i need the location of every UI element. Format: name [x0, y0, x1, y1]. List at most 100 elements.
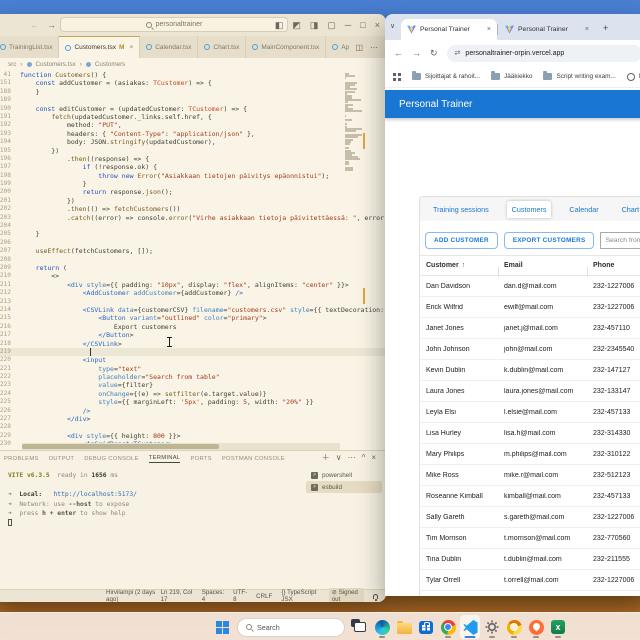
table-row[interactable]: Leyla Elsil.elsie@mail.com232-457133 — [420, 402, 640, 423]
start-button[interactable] — [212, 616, 232, 638]
bookmark-sijoittajat-rahoit[interactable]: Sijoittajat & rahoit... — [412, 73, 480, 81]
back-icon[interactable]: ← — [394, 48, 403, 59]
panel-tab-postman-console[interactable]: POSTMAN CONSOLE — [222, 456, 285, 462]
code-line-41[interactable]: 41function Customers() { — [0, 71, 386, 79]
editor-tab-chart-tsx[interactable]: Chart.tsx — [198, 36, 246, 58]
code-line-201[interactable]: 201 }) — [0, 197, 386, 205]
settings-icon[interactable] — [482, 615, 502, 639]
code-line-221[interactable]: 221 type="text" — [0, 365, 386, 373]
table-row[interactable]: Janet Jonesjanet.j@mail.com232-457110 — [420, 318, 640, 339]
tab-chart[interactable]: Chart — [617, 201, 640, 218]
code-line-224[interactable]: 224 onChange={(e) => setfilter(e.target.… — [0, 390, 386, 398]
code-line-213[interactable]: 213 — [0, 298, 386, 306]
apps-grid-icon[interactable] — [393, 73, 401, 81]
code-line-202[interactable]: 202 .then(() => fetchCustomers()) — [0, 205, 386, 213]
more-actions-icon[interactable]: ⋯ — [348, 453, 356, 462]
close-tab-icon[interactable]: × — [129, 44, 133, 51]
more-actions-icon[interactable]: ⋯ — [370, 43, 378, 52]
table-row[interactable]: Roseanne Kimballkimball@mail.com232-4571… — [420, 486, 640, 507]
terminal-instance-powershell[interactable]: >powershell — [306, 469, 382, 481]
toggle-secondary-sidebar-icon[interactable]: ◨ — [310, 20, 319, 31]
code-line-229[interactable]: 229 <div style={{ height: 800 }}> — [0, 432, 386, 440]
code-line-151[interactable]: 151 const addCustomer = (asiakas: TCusto… — [0, 79, 386, 87]
panel-tab-ports[interactable]: PORTS — [190, 456, 211, 462]
column-header-customer[interactable]: Customer↑ — [420, 262, 498, 269]
editor-tab-ap[interactable]: Ap — [326, 36, 354, 58]
minimize-button[interactable]: ─ — [345, 20, 351, 30]
panel-tab-terminal[interactable]: TERMINAL — [149, 455, 181, 463]
close-button[interactable]: × — [375, 20, 380, 30]
editor-tab-calendar-tsx[interactable]: Calendar.tsx — [140, 36, 198, 58]
history-back-icon[interactable]: ← — [30, 20, 39, 30]
close-panel-icon[interactable]: × — [371, 453, 376, 462]
editor-tab-traininglist-tsx[interactable]: TrainingList.tsx — [0, 36, 59, 58]
task-view-icon[interactable] — [350, 615, 370, 639]
close-tab-icon[interactable]: × — [585, 26, 589, 33]
terminal-instance-esbuild[interactable]: >esbuild — [306, 481, 382, 493]
code-line-196[interactable]: 196 .then((response) => { — [0, 155, 386, 163]
code-line-217[interactable]: 217 </Button> — [0, 331, 386, 339]
code-line-208[interactable]: 208 — [0, 256, 386, 264]
code-line-210[interactable]: 210 <> — [0, 272, 386, 280]
panel-tab-problems[interactable]: PROBLEMS — [4, 456, 39, 462]
code-line-220[interactable]: 220 <input — [0, 356, 386, 364]
breadcrumb-item[interactable]: Customers — [95, 61, 125, 68]
code-line-197[interactable]: 197 if (!response.ok) { — [0, 163, 386, 171]
tab-training-sessions[interactable]: Training sessions — [428, 201, 494, 218]
breadcrumb-item[interactable]: Customers.tsx — [36, 61, 76, 68]
terminal-prompt[interactable] — [8, 519, 137, 529]
code-line-188[interactable]: 188 } — [0, 88, 386, 96]
browser-tab-2[interactable]: Personal Trainer× — [499, 19, 595, 40]
table-row[interactable]: Dan Davidsondan.d@mail.com232-1227006 — [420, 276, 640, 297]
new-tab-button[interactable]: + — [603, 23, 608, 33]
code-line-207[interactable]: 207 useEffect(fetchCustomers, []); — [0, 247, 386, 255]
code-line-219[interactable]: 219 — [0, 348, 386, 356]
edge-icon[interactable] — [372, 615, 392, 639]
new-terminal-icon[interactable]: ＋ — [322, 452, 330, 463]
taskbar-search[interactable]: Search — [237, 618, 345, 637]
bookmark-motionographer[interactable]: Motionographer — [627, 73, 640, 81]
code-line-192[interactable]: 192 method: "PUT", — [0, 121, 386, 129]
chrome-canary-icon[interactable] — [504, 615, 524, 639]
code-line-222[interactable]: 222 placeholder="Search from table" — [0, 373, 386, 381]
code-line-191[interactable]: 191 fetch(updatedCustomer._links.self.hr… — [0, 113, 386, 121]
code-line-206[interactable]: 206 — [0, 239, 386, 247]
breadcrumb-item[interactable]: src — [8, 61, 16, 68]
code-line-227[interactable]: 227 </div> — [0, 415, 386, 423]
panel-tab-debug-console[interactable]: DEBUG CONSOLE — [84, 456, 138, 462]
code-line-195[interactable]: 195 }) — [0, 147, 386, 155]
table-row[interactable]: John Johnsonjohn@mail.com232-2345540 — [420, 339, 640, 360]
table-row[interactable]: Lisa Hurleylisa.h@mail.com232-314330 — [420, 423, 640, 444]
code-line-200[interactable]: 200 return response.json(); — [0, 188, 386, 196]
code-line-225[interactable]: 225 style={{ marginLeft: '5px', padding:… — [0, 398, 386, 406]
toggle-panel-icon[interactable]: ◩ — [292, 20, 301, 31]
terminal-output[interactable]: VITE v6.3.5 ready in 1656 ms ➜ Local: ht… — [8, 471, 137, 528]
code-line-212[interactable]: 212 <AddCustomer addCustomer={addCustome… — [0, 289, 386, 297]
postman-icon[interactable] — [526, 615, 546, 639]
code-line-216[interactable]: 216 Export customers — [0, 323, 386, 331]
table-row[interactable]: Kevin Dublink.dublin@mail.com232-147127 — [420, 360, 640, 381]
terminal-dropdown-icon[interactable]: ∨ — [336, 453, 342, 462]
code-line-199[interactable]: 199 } — [0, 180, 386, 188]
code-line-218[interactable]: 218 </CSVLink> — [0, 340, 386, 348]
table-row[interactable]: Sally Gareths.gareth@mail.com232-1227006 — [420, 507, 640, 528]
code-line-205[interactable]: 205 } — [0, 230, 386, 238]
code-line-198[interactable]: 198 throw new Error("Asiakkaan tietojen … — [0, 172, 386, 180]
vscode-icon[interactable] — [460, 615, 480, 639]
code-line-215[interactable]: 215 <Button variant="outlined" color="pr… — [0, 314, 386, 322]
forward-icon[interactable]: → — [412, 48, 421, 59]
code-line-214[interactable]: 214 <CSVLink data={customerCSV} filename… — [0, 306, 386, 314]
horizontal-scrollbar[interactable] — [22, 443, 340, 450]
microsoft-store-icon[interactable] — [416, 615, 436, 639]
bookmark-script-writing-exam[interactable]: Script writing exam... — [543, 73, 615, 81]
chrome-icon[interactable] — [438, 615, 458, 639]
code-line-211[interactable]: 211 <div style={{ padding: "10px", displ… — [0, 281, 386, 289]
table-row[interactable]: Mary Philipsm.philips@mail.com232-310122 — [420, 444, 640, 465]
code-line-190[interactable]: 190 const editCustomer = (updatedCustome… — [0, 105, 386, 113]
maximize-panel-icon[interactable]: ^ — [362, 453, 366, 462]
vscode-command-center[interactable]: personaltrainer — [60, 17, 288, 32]
status-item-crlf[interactable]: CRLF — [256, 593, 272, 600]
table-row[interactable]: Tim Morrisont.morrison@mail.com232-77056… — [420, 528, 640, 549]
reload-icon[interactable]: ↻ — [430, 48, 438, 59]
status-item-utf-8[interactable]: UTF-8 — [233, 589, 247, 602]
